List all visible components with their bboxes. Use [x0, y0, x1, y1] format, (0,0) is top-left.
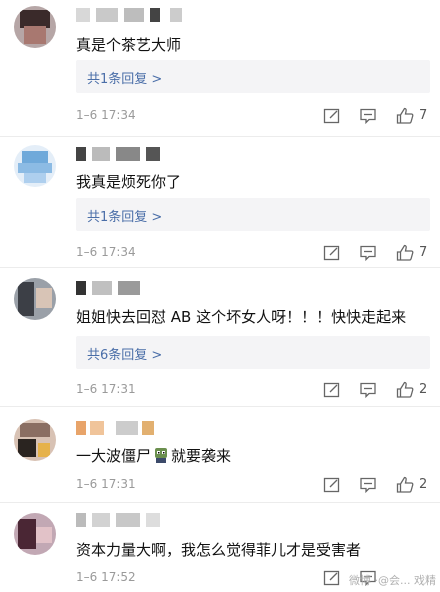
avatar[interactable] — [14, 419, 56, 461]
actions: 7 — [318, 106, 436, 126]
comment-1: 真是个茶艺大师 共1条回复 > 1–6 17:34 7 — [0, 0, 440, 135]
comment-text: 我真是烦死你了 — [76, 173, 182, 191]
comment-5: 资本力量大啊，我怎么觉得菲儿才是受害者 1–6 17:52 微博 ·@会... … — [0, 503, 440, 592]
actions: 7 — [318, 243, 436, 263]
like-count: 2 — [419, 477, 428, 492]
edit-icon[interactable] — [322, 243, 342, 263]
comment-4: 一大波僵尸 就要袭来 1–6 17:31 2 — [0, 407, 440, 499]
timestamp: 1–6 17:34 — [76, 108, 136, 122]
like-icon[interactable] — [395, 475, 415, 495]
replies-link[interactable]: 共1条回复 > — [76, 60, 430, 93]
comment-text: 真是个茶艺大师 — [76, 36, 182, 54]
comment-3: 姐姐快去回怼 AB 这个坏女人呀！！！快快走起来 共6条回复 > 1–6 17:… — [0, 268, 440, 400]
comment-icon[interactable] — [358, 243, 378, 263]
timestamp: 1–6 17:34 — [76, 245, 136, 259]
like-count: 7 — [419, 245, 428, 260]
replies-label: 共1条回复 > — [87, 72, 163, 87]
like-icon[interactable] — [395, 106, 415, 126]
timestamp: 1–6 17:31 — [76, 382, 136, 396]
replies-link[interactable]: 共1条回复 > — [76, 198, 430, 231]
replies-label: 共1条回复 > — [87, 210, 163, 225]
avatar[interactable] — [14, 6, 56, 48]
edit-icon[interactable] — [322, 568, 342, 588]
comment-text-part-2: 就要袭来 — [171, 447, 232, 465]
like-icon[interactable] — [395, 380, 415, 400]
actions: 2 — [318, 475, 436, 495]
edit-icon[interactable] — [322, 475, 342, 495]
edit-icon[interactable] — [322, 106, 342, 126]
like-count: 2 — [419, 382, 428, 397]
avatar[interactable] — [14, 278, 56, 320]
zombie-emoji-icon — [155, 448, 168, 463]
watermark: 微博 ·@会... 戏精 — [349, 574, 436, 587]
comment-text: 资本力量大啊，我怎么觉得菲儿才是受害者 — [76, 541, 362, 559]
comment-text-part-1: 一大波僵尸 — [76, 447, 152, 465]
comment-text: 一大波僵尸 就要袭来 — [76, 445, 231, 466]
replies-label: 共6条回复 > — [87, 348, 163, 363]
username-blurred[interactable] — [76, 513, 166, 529]
actions: 2 — [318, 380, 436, 400]
comment-icon[interactable] — [358, 475, 378, 495]
like-icon[interactable] — [395, 243, 415, 263]
replies-link[interactable]: 共6条回复 > — [76, 336, 430, 369]
like-count: 7 — [419, 108, 428, 123]
username-blurred[interactable] — [76, 8, 186, 24]
comment-2: 我真是烦死你了 共1条回复 > 1–6 17:34 7 — [0, 137, 440, 265]
username-blurred[interactable] — [76, 147, 166, 163]
comment-icon[interactable] — [358, 106, 378, 126]
username-blurred[interactable] — [76, 281, 156, 297]
avatar[interactable] — [14, 145, 56, 187]
edit-icon[interactable] — [322, 380, 342, 400]
username-blurred[interactable] — [76, 421, 166, 437]
timestamp: 1–6 17:52 — [76, 570, 136, 584]
avatar[interactable] — [14, 513, 56, 555]
comment-text: 姐姐快去回怼 AB 这个坏女人呀！！！快快走起来 — [76, 308, 407, 326]
timestamp: 1–6 17:31 — [76, 477, 136, 491]
comment-icon[interactable] — [358, 380, 378, 400]
